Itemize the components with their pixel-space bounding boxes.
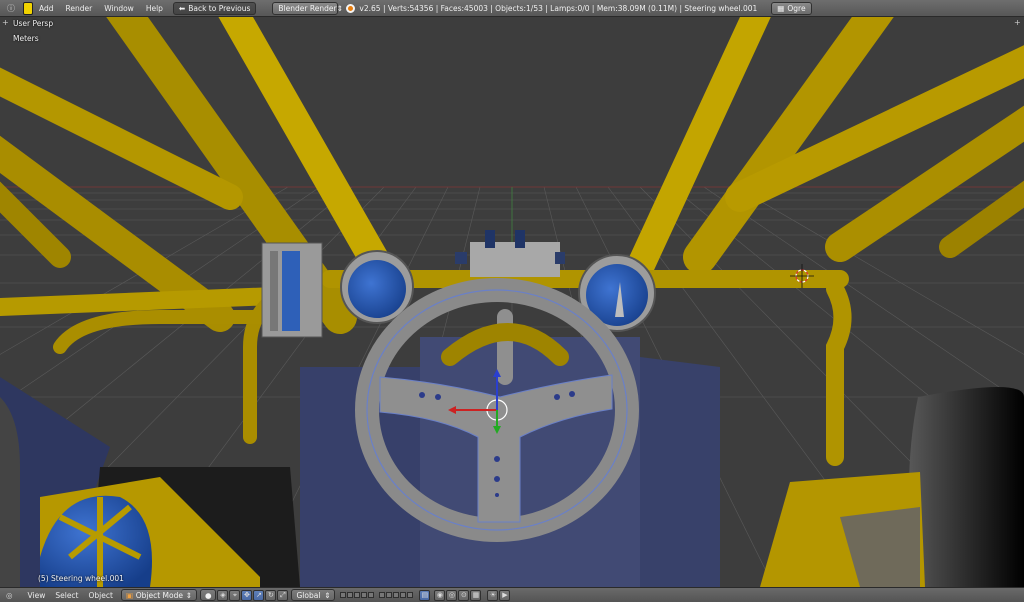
editor-type-icon[interactable]: ◎	[6, 591, 13, 600]
snap-target-icon[interactable]: ◎	[446, 589, 458, 601]
viewport-scene	[0, 17, 1024, 587]
mode-label: Object Mode	[135, 590, 183, 600]
active-object-label: (5) Steering wheel.001	[38, 574, 124, 583]
render-icon[interactable]: ☀	[487, 589, 499, 601]
menu-object[interactable]: Object	[84, 591, 118, 600]
scene-icon: ▦	[777, 3, 785, 13]
chevron-updown-icon: ⇕	[336, 3, 343, 13]
scale-manipulator-icon[interactable]: ⤢	[277, 589, 289, 601]
editor-type-icon[interactable]: ⓘ	[4, 2, 18, 15]
manipulator-toggle-icon[interactable]: ✥	[241, 589, 253, 601]
snap-icon[interactable]: ◉	[434, 589, 446, 601]
menu-window[interactable]: Window	[98, 4, 140, 13]
layer-button[interactable]	[347, 592, 354, 598]
layer-button[interactable]	[340, 592, 347, 598]
scene-button[interactable]: ▦ Ogre	[771, 1, 812, 15]
solid-shading-icon: ●	[204, 590, 212, 600]
viewport-shading-select[interactable]: ●	[199, 589, 217, 601]
layer-button[interactable]	[379, 592, 386, 598]
layer-button[interactable]	[386, 592, 393, 598]
orientation-label: Global	[296, 590, 321, 600]
layer-button[interactable]	[400, 592, 407, 598]
stats-text: v2.65 | Verts:54356 | Faces:45003 | Obje…	[359, 3, 758, 13]
3d-viewport[interactable]: + + User Persp Meters (5) Steering wheel…	[0, 17, 1024, 587]
render-animation-icon[interactable]: ▶	[499, 589, 511, 601]
chevron-updown-icon: ⇕	[185, 590, 192, 600]
region-split-icon[interactable]: +	[2, 19, 10, 27]
render-engine-label: Blender Render	[278, 3, 337, 13]
fuel-gauge-box	[261, 242, 323, 338]
object-mode-icon: ▣	[125, 590, 134, 600]
render-engine-select[interactable]: Blender Render ⇕	[272, 1, 343, 15]
region-split-icon[interactable]: +	[1014, 19, 1022, 27]
scene-stats: v2.65 | Verts:54356 | Faces:45003 | Obje…	[346, 3, 758, 13]
scene-layers	[339, 592, 414, 598]
snap-element-icon[interactable]: ▦	[470, 589, 482, 601]
chevron-updown-icon: ⇕	[324, 590, 331, 600]
menu-help[interactable]: Help	[140, 4, 169, 13]
transform-orientation-select[interactable]: Global ⇕	[291, 589, 336, 601]
proportional-edit-icon[interactable]: ⊙	[458, 589, 470, 601]
scene-label: Ogre	[787, 3, 806, 13]
menu-select[interactable]: Select	[50, 591, 83, 600]
back-icon: ⬅	[178, 3, 186, 13]
menu-add[interactable]: Add	[33, 4, 60, 13]
layer-button[interactable]	[361, 592, 368, 598]
view-name-label: User Persp	[13, 19, 54, 28]
align-pivot-icon[interactable]: ⌖	[229, 589, 241, 601]
screen-layout-icon[interactable]	[23, 1, 33, 15]
blender-logo-icon	[346, 3, 356, 13]
back-to-previous-label: Back to Previous	[188, 3, 251, 13]
back-to-previous-button[interactable]: ⬅ Back to Previous	[172, 1, 257, 15]
rotate-manipulator-icon[interactable]: ↻	[265, 589, 277, 601]
layer-button[interactable]	[393, 592, 400, 598]
info-header: ⓘ Add Render Window Help ⬅ Back to Previ…	[0, 0, 1024, 17]
view3d-header: ◎ View Select Object ▣ Object Mode ⇕ ● ◈…	[0, 587, 1024, 602]
menu-view[interactable]: View	[23, 591, 51, 600]
layer-button[interactable]	[354, 592, 361, 598]
mode-select[interactable]: ▣ Object Mode ⇕	[120, 589, 197, 601]
menu-render[interactable]: Render	[60, 4, 99, 13]
layer-button[interactable]	[407, 592, 414, 598]
translate-manipulator-icon[interactable]: ↗	[253, 589, 265, 601]
units-label: Meters	[13, 34, 39, 43]
lock-layers-icon[interactable]: ▤	[419, 589, 431, 601]
pivot-point-icon[interactable]: ◈	[217, 589, 229, 601]
blender-window: ⓘ Add Render Window Help ⬅ Back to Previ…	[0, 0, 1024, 602]
